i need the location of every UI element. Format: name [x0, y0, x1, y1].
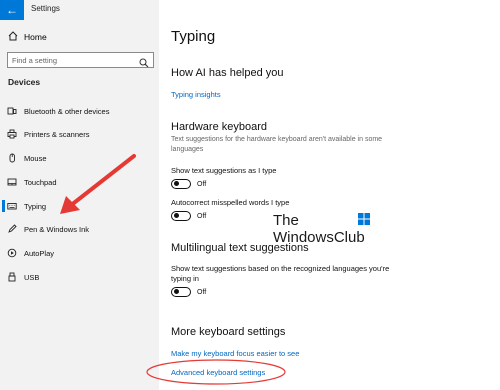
- home-nav-item[interactable]: Home: [8, 30, 47, 44]
- touchpad-icon: [0, 177, 24, 187]
- autocorrect-toggle-row: Off: [171, 210, 206, 222]
- sidebar-item-printers[interactable]: Printers & scanners: [0, 125, 159, 143]
- text-suggestions-label: Show text suggestions as I type: [171, 166, 277, 175]
- mouse-icon: [0, 153, 24, 163]
- search-box[interactable]: [7, 52, 154, 68]
- multilingual-toggle[interactable]: [171, 287, 191, 297]
- toggle-state: Off: [197, 180, 207, 188]
- main-panel: Typing How AI has helped you Typing insi…: [159, 0, 500, 390]
- keyboard-icon: [0, 201, 24, 211]
- back-button[interactable]: ←: [0, 0, 24, 20]
- text-suggestions-toggle-row: Off: [171, 178, 206, 190]
- home-label: Home: [24, 32, 47, 42]
- page-title: Typing: [171, 28, 216, 45]
- printer-icon: [0, 129, 24, 139]
- title-bar: ← Settings: [0, 0, 159, 20]
- sidebar-item-usb[interactable]: USB: [0, 268, 159, 286]
- multilingual-toggle-row: Off: [171, 286, 206, 298]
- autocorrect-label: Autocorrect misspelled words I type: [171, 198, 290, 207]
- sidebar-item-pen[interactable]: Pen & Windows Ink: [0, 220, 159, 238]
- keyboard-focus-link[interactable]: Make my keyboard focus easier to see: [171, 349, 299, 358]
- more-keyboard-settings-heading: More keyboard settings: [171, 326, 286, 338]
- sidebar-item-label: Printers & scanners: [24, 129, 90, 139]
- multilingual-label: Show text suggestions based on the recog…: [171, 264, 390, 283]
- home-icon: [8, 31, 24, 43]
- search-input[interactable]: [12, 55, 132, 66]
- sidebar-item-label: USB: [24, 272, 40, 282]
- sidebar-item-label: AutoPlay: [24, 248, 55, 258]
- typing-insights-link[interactable]: Typing insights: [171, 90, 221, 99]
- sidebar-item-label: Typing: [24, 201, 47, 211]
- ai-section-heading: How AI has helped you: [171, 67, 284, 79]
- pen-icon: [0, 224, 24, 234]
- sidebar-item-label: Bluetooth & other devices: [24, 106, 110, 116]
- autoplay-icon: [0, 248, 24, 258]
- text-suggestions-toggle[interactable]: [171, 179, 191, 189]
- watermark-logo-icon: [358, 212, 370, 225]
- sidebar-item-bluetooth[interactable]: Bluetooth & other devices: [0, 102, 159, 120]
- watermark-text: The WindowsClub: [273, 212, 365, 246]
- toggle-state: Off: [197, 288, 207, 296]
- app-title: Settings: [31, 4, 60, 13]
- watermark-line2: WindowsClub: [273, 229, 365, 246]
- hardware-keyboard-heading: Hardware keyboard: [171, 121, 267, 133]
- back-arrow-icon: ←: [6, 3, 18, 17]
- toggle-state: Off: [197, 212, 207, 220]
- annotation-ellipse: [146, 359, 286, 385]
- section-title-devices: Devices: [8, 77, 41, 87]
- usb-icon: [0, 272, 24, 282]
- sidebar-item-autoplay[interactable]: AutoPlay: [0, 244, 159, 262]
- autocorrect-toggle[interactable]: [171, 211, 191, 221]
- hardware-keyboard-description: Text suggestions for the hardware keyboa…: [171, 136, 383, 153]
- watermark-line1: The: [273, 212, 299, 229]
- bluetooth-icon: [0, 106, 24, 116]
- search-icon[interactable]: [139, 55, 149, 68]
- sidebar-item-label: Mouse: [24, 153, 47, 163]
- sidebar-item-label: Pen & Windows Ink: [24, 224, 90, 234]
- annotation-arrow: [60, 154, 136, 214]
